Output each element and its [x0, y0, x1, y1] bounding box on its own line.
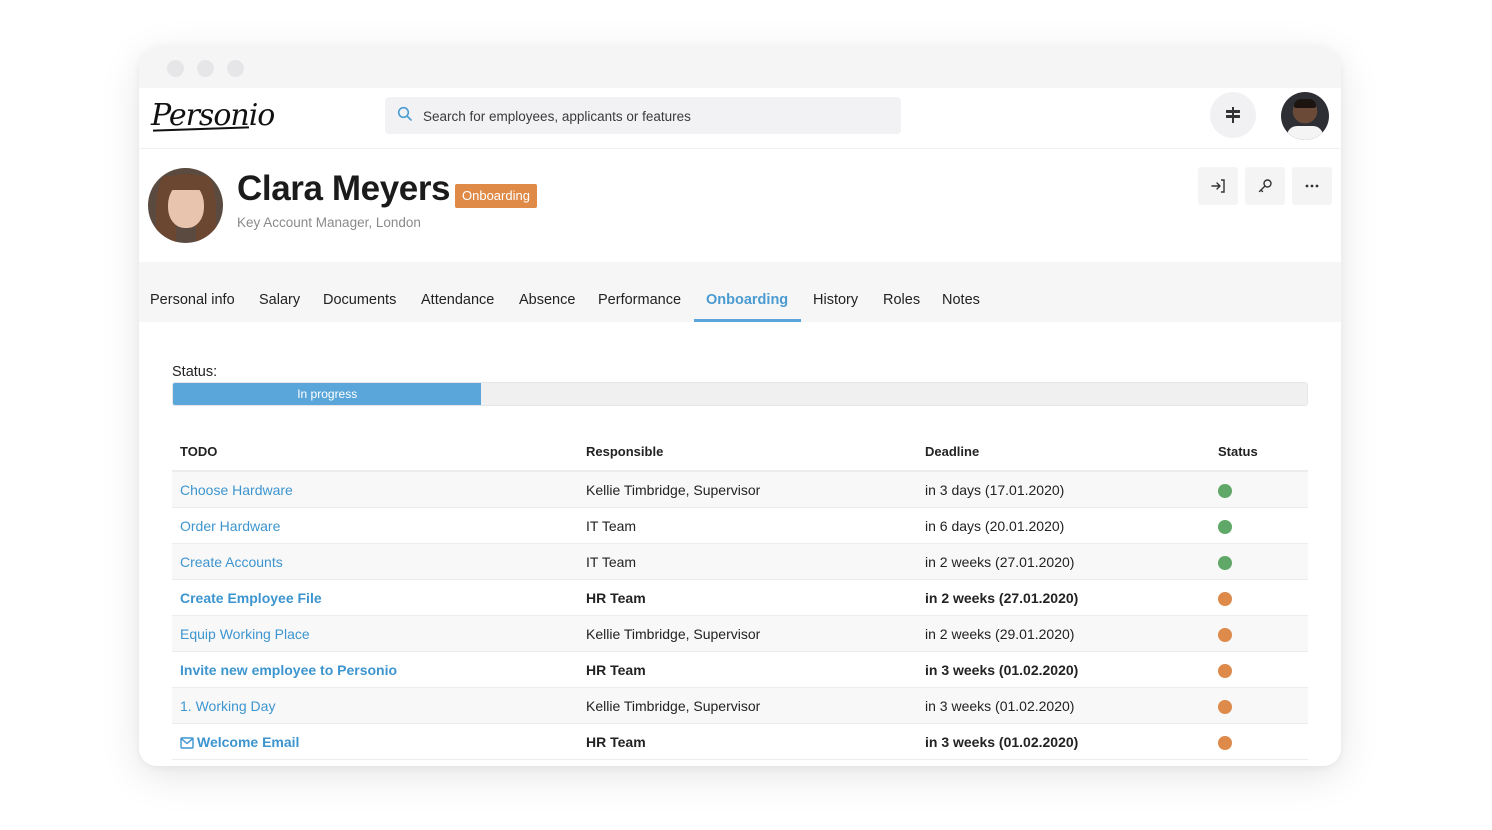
status-dot-icon	[1218, 735, 1232, 750]
todo-link[interactable]: Welcome Email	[197, 734, 299, 750]
top-navigation-bar: Personio	[139, 88, 1341, 149]
window-titlebar	[139, 46, 1341, 88]
status-cell	[1210, 651, 1308, 688]
tab-performance[interactable]: Performance	[598, 262, 681, 322]
status-dot-icon	[1218, 699, 1232, 714]
status-dot-icon	[1218, 519, 1232, 534]
tab-attendance[interactable]: Attendance	[421, 262, 494, 322]
user-avatar[interactable]	[1281, 92, 1329, 140]
tab-notes[interactable]: Notes	[942, 262, 980, 322]
status-cell	[1210, 543, 1308, 580]
login-as-button[interactable]	[1198, 167, 1238, 205]
deadline-cell: in 3 weeks (01.02.2020)	[917, 651, 1210, 688]
table-row: Invite new employee to Personio HR Team …	[172, 651, 1308, 688]
todo-link[interactable]: Create Employee File	[172, 579, 578, 616]
responsible-cell: HR Team	[578, 579, 917, 616]
status-dot-icon	[1218, 627, 1232, 642]
todo-link[interactable]: 1. Working Day	[172, 687, 578, 724]
todo-link[interactable]: Order Hardware	[172, 507, 578, 544]
status-cell	[1210, 687, 1308, 724]
tab-absence[interactable]: Absence	[519, 262, 575, 322]
deadline-cell: in 6 days (20.01.2020)	[917, 507, 1210, 544]
responsible-cell: Kellie Timbridge, Supervisor	[578, 687, 917, 724]
status-cell	[1210, 615, 1308, 652]
window-maximize-dot[interactable]	[227, 60, 244, 77]
search-input[interactable]	[421, 97, 885, 136]
table-row: Equip Working Place Kellie Timbridge, Su…	[172, 615, 1308, 652]
tab-roles[interactable]: Roles	[883, 262, 920, 322]
more-dots-icon	[1305, 184, 1319, 188]
window-close-dot[interactable]	[167, 60, 184, 77]
todo-link[interactable]: Create Accounts	[172, 543, 578, 580]
deadline-cell: in 3 weeks (01.02.2020)	[917, 687, 1210, 724]
login-arrow-icon	[1211, 179, 1225, 193]
employee-subtitle: Key Account Manager, London	[237, 215, 421, 230]
app-window: Personio Clara Meyers	[139, 46, 1341, 766]
search-icon	[397, 106, 412, 121]
todo-link[interactable]: Choose Hardware	[172, 471, 578, 508]
status-dot-icon	[1218, 591, 1232, 606]
responsible-cell: HR Team	[578, 651, 917, 688]
table-header-row: TODO Responsible Deadline Status	[172, 432, 1308, 472]
status-dot-icon	[1218, 555, 1232, 570]
responsible-cell: IT Team	[578, 543, 917, 580]
access-key-button[interactable]	[1245, 167, 1285, 205]
status-dot-icon	[1218, 663, 1232, 678]
column-header-responsible: Responsible	[578, 432, 917, 472]
employee-avatar	[148, 168, 223, 243]
table-row: 1. Working Day Kellie Timbridge, Supervi…	[172, 687, 1308, 724]
responsible-cell: HR Team	[578, 723, 917, 760]
tab-salary[interactable]: Salary	[259, 262, 300, 322]
global-search[interactable]	[385, 97, 901, 136]
status-badge: Onboarding	[455, 184, 537, 208]
key-icon	[1258, 179, 1272, 193]
deadline-cell: in 2 weeks (27.01.2020)	[917, 543, 1210, 580]
column-header-deadline: Deadline	[917, 432, 1210, 472]
todo-link-cell[interactable]: Welcome Email	[172, 723, 578, 760]
signpost-button[interactable]	[1210, 92, 1256, 138]
tab-documents[interactable]: Documents	[323, 262, 396, 322]
progress-text: In progress	[297, 387, 358, 401]
more-options-button[interactable]	[1292, 167, 1332, 205]
table-row: Create Employee File HR Team in 2 weeks …	[172, 579, 1308, 616]
responsible-cell: Kellie Timbridge, Supervisor	[578, 471, 917, 508]
responsible-cell: IT Team	[578, 507, 917, 544]
deadline-cell: in 3 weeks (01.02.2020)	[917, 723, 1210, 760]
employee-header: Clara Meyers Onboarding Key Account Mana…	[139, 149, 1341, 263]
signpost-icon	[1226, 107, 1240, 123]
todo-link[interactable]: Invite new employee to Personio	[172, 651, 578, 688]
table-row: Choose Hardware Kellie Timbridge, Superv…	[172, 471, 1308, 508]
responsible-cell: Kellie Timbridge, Supervisor	[578, 615, 917, 652]
deadline-cell: in 2 weeks (29.01.2020)	[917, 615, 1210, 652]
status-label: Status:	[172, 364, 218, 380]
table-row: Welcome Email HR Team in 3 weeks (01.02.…	[172, 723, 1308, 760]
tab-personal-info[interactable]: Personal info	[150, 262, 235, 322]
progress-fill: In progress	[173, 383, 482, 405]
onboarding-progress-bar: In progress	[172, 382, 1308, 406]
deadline-cell: in 3 days (17.01.2020)	[917, 471, 1210, 508]
status-cell	[1210, 723, 1308, 760]
employee-name: Clara Meyers	[237, 169, 451, 208]
onboarding-todo-table: TODO Responsible Deadline Status Choose …	[172, 432, 1308, 760]
deadline-cell: in 2 weeks (27.01.2020)	[917, 579, 1210, 616]
status-dot-icon	[1218, 483, 1232, 498]
status-cell	[1210, 507, 1308, 544]
onboarding-panel: Status: In progress TODO Responsible Dea…	[139, 322, 1341, 766]
table-row: Order Hardware IT Team in 6 days (20.01.…	[172, 507, 1308, 544]
status-cell	[1210, 471, 1308, 508]
table-row: Create Accounts IT Team in 2 weeks (27.0…	[172, 543, 1308, 580]
employee-tabs: Personal info Salary Documents Attendanc…	[139, 262, 1341, 322]
mail-icon	[180, 736, 194, 749]
column-header-status: Status	[1210, 432, 1308, 472]
todo-link[interactable]: Equip Working Place	[172, 615, 578, 652]
tab-history[interactable]: History	[813, 262, 858, 322]
window-minimize-dot[interactable]	[197, 60, 214, 77]
column-header-todo: TODO	[172, 432, 578, 472]
tab-onboarding[interactable]: Onboarding	[706, 262, 788, 322]
status-cell	[1210, 579, 1308, 616]
